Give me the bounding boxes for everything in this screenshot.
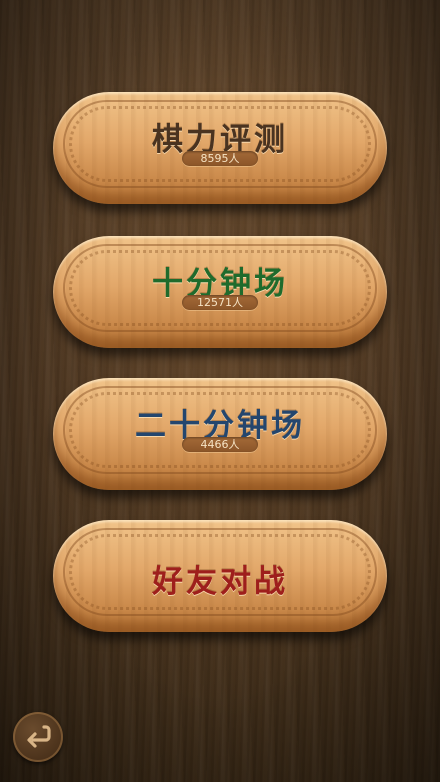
rating-test-player-count: 8595人 — [182, 151, 258, 166]
twenty-minute-button[interactable]: 二十分钟场 4466人 — [53, 378, 387, 490]
friend-battle-label: 好友对战 — [152, 564, 288, 600]
back-button[interactable] — [13, 712, 63, 762]
friend-battle-button[interactable]: 好友对战 — [53, 520, 387, 632]
ten-minute-player-count: 12571人 — [182, 295, 258, 310]
ten-minute-button[interactable]: 十分钟场 12571人 — [53, 236, 387, 348]
rating-test-button[interactable]: 棋力评测 8595人 — [53, 92, 387, 204]
back-arrow-icon — [27, 725, 51, 748]
twenty-minute-player-count: 4466人 — [182, 437, 258, 452]
